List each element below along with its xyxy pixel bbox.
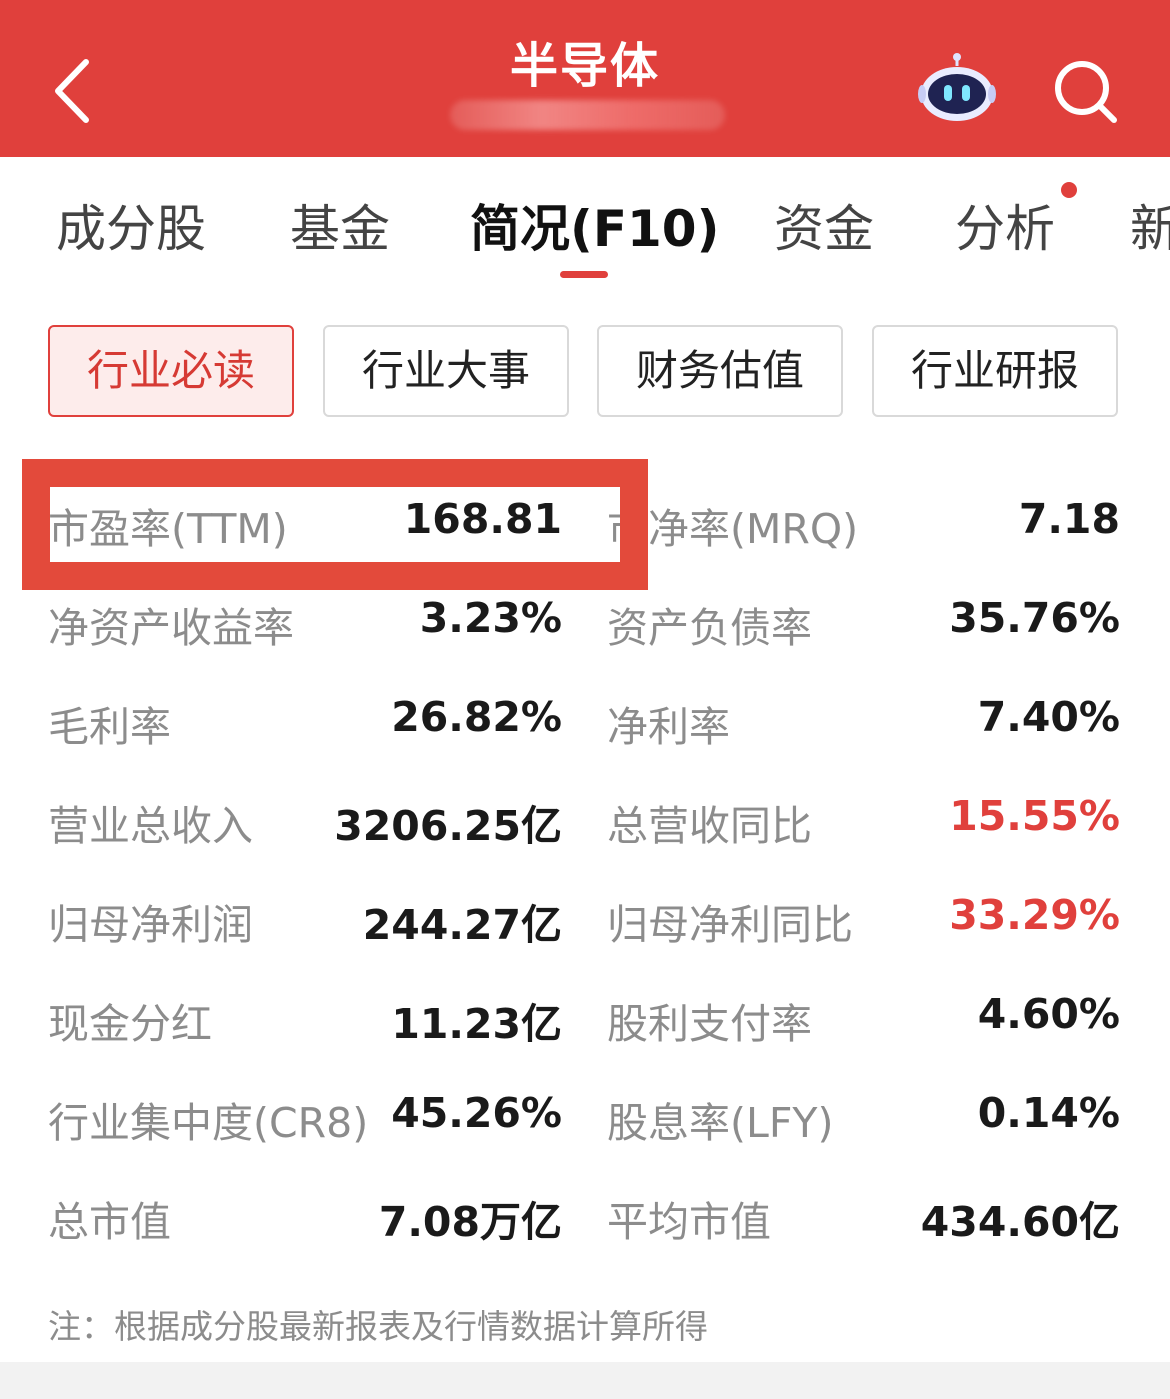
- metric-label: 市净率(MRQ): [607, 505, 859, 553]
- metric-value: 3206.25亿: [334, 802, 562, 850]
- metric-label: 净资产收益率: [48, 604, 294, 652]
- metric-value: 4.60%: [977, 990, 1120, 1038]
- metric-row: 归母净利润 244.27亿 归母净利同比 33.29%: [0, 873, 1170, 972]
- main-tab-bar: 成分股 基金 简况(F10) 资金 分析 新: [0, 157, 1170, 292]
- metric-value-positive: 33.29%: [949, 891, 1120, 939]
- subtab-industry-events[interactable]: 行业大事: [323, 325, 569, 417]
- metric-value: 3.23%: [419, 594, 562, 642]
- tab-capital-flow[interactable]: 资金: [774, 189, 874, 261]
- metric-row: 总市值 7.08万亿 平均市值 434.60亿: [0, 1170, 1170, 1269]
- tab-overview-f10[interactable]: 简况(F10): [470, 189, 719, 261]
- top-app-bar: 半导体: [0, 0, 1170, 157]
- metric-row: 现金分红 11.23亿 股利支付率 4.60%: [0, 972, 1170, 1071]
- metric-value-positive: 15.55%: [949, 792, 1120, 840]
- metric-row: 毛利率 26.82% 净利率 7.40%: [0, 675, 1170, 774]
- robot-assistant-icon[interactable]: [918, 52, 996, 122]
- subtab-industry-essentials[interactable]: 行业必读: [48, 325, 294, 417]
- metric-value: 0.14%: [977, 1089, 1120, 1137]
- metric-label: 净利率: [607, 703, 730, 751]
- metric-value: 45.26%: [391, 1089, 562, 1137]
- active-tab-indicator: [560, 271, 608, 278]
- search-icon[interactable]: [1052, 58, 1118, 124]
- metric-value: 168.81: [403, 495, 562, 543]
- subtab-industry-research[interactable]: 行业研报: [872, 325, 1118, 417]
- metric-label: 总营收同比: [607, 802, 812, 850]
- metric-label: 总市值: [48, 1198, 171, 1246]
- metric-value: 26.82%: [391, 693, 562, 741]
- bottom-divider: [0, 1362, 1170, 1399]
- tab-funds[interactable]: 基金: [290, 189, 390, 261]
- metric-value: 11.23亿: [391, 1000, 562, 1048]
- metric-value: 244.27亿: [362, 901, 562, 949]
- metric-value: 7.40%: [977, 693, 1120, 741]
- metric-row: 市盈率(TTM) 168.81 市净率(MRQ) 7.18: [0, 477, 1170, 576]
- blurred-subtitle: [450, 100, 725, 130]
- subtab-financial-valuation[interactable]: 财务估值: [597, 325, 843, 417]
- metric-value: 434.60亿: [920, 1198, 1120, 1246]
- metric-label: 行业集中度(CR8): [48, 1099, 369, 1147]
- metric-row: 营业总收入 3206.25亿 总营收同比 15.55%: [0, 774, 1170, 873]
- metric-value: 7.18: [1018, 495, 1120, 543]
- metric-label: 现金分红: [48, 1000, 212, 1048]
- metric-value: 35.76%: [949, 594, 1120, 642]
- tab-analysis[interactable]: 分析: [955, 189, 1055, 261]
- metric-row: 净资产收益率 3.23% 资产负债率 35.76%: [0, 576, 1170, 675]
- metric-label: 归母净利同比: [607, 901, 853, 949]
- metric-label: 股息率(LFY): [607, 1099, 834, 1147]
- tab-constituents[interactable]: 成分股: [56, 189, 206, 261]
- tab-news[interactable]: 新: [1130, 189, 1170, 261]
- notification-dot: [1061, 182, 1077, 198]
- metric-value: 7.08万亿: [378, 1198, 562, 1246]
- metric-label: 平均市值: [607, 1198, 771, 1246]
- metric-label: 市盈率(TTM): [48, 505, 288, 553]
- metric-row: 行业集中度(CR8) 45.26% 股息率(LFY) 0.14%: [0, 1071, 1170, 1170]
- metric-label: 股利支付率: [607, 1000, 812, 1048]
- metric-label: 毛利率: [48, 703, 171, 751]
- metric-label: 归母净利润: [48, 901, 253, 949]
- metric-label: 营业总收入: [48, 802, 253, 850]
- metric-label: 资产负债率: [607, 604, 812, 652]
- footnote: 注：根据成分股最新报表及行情数据计算所得: [48, 1307, 708, 1346]
